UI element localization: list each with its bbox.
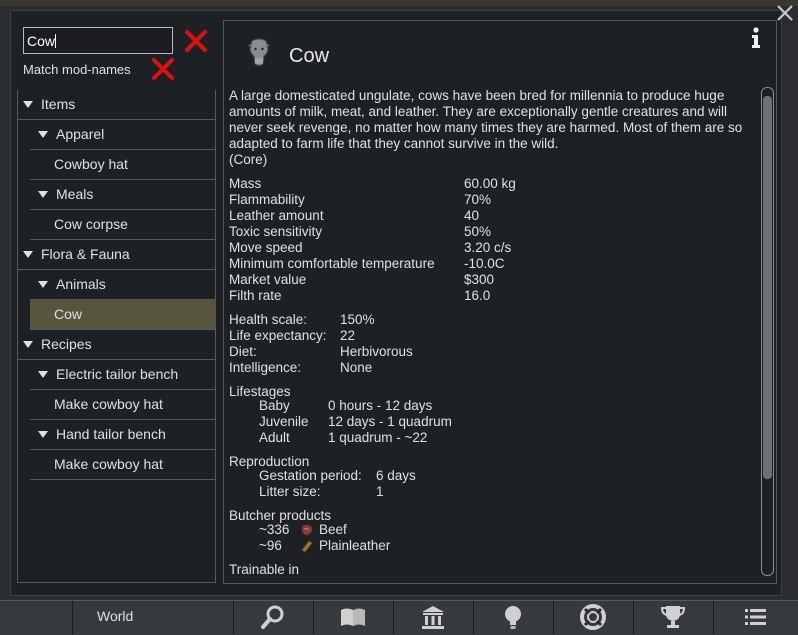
tree-item-cowboy-hat[interactable]: Cowboy hat <box>30 150 216 180</box>
expand-triangle-icon <box>23 251 33 258</box>
expand-triangle-icon <box>38 191 48 198</box>
tree-item-animals[interactable]: Animals <box>30 270 216 300</box>
lifestage-value: 1 quadrum - ~22 <box>328 430 428 445</box>
book-icon <box>341 608 365 626</box>
tree-item-label: Items <box>41 96 76 112</box>
stat-label: Move speed <box>229 240 303 255</box>
tree-item-make-cowboy-hat-hand[interactable]: Make cowboy hat <box>30 450 216 480</box>
race-label: Health scale: <box>229 312 308 327</box>
butcher-amount: ~96 <box>259 538 282 553</box>
tree-item-label: Electric tailor bench <box>56 366 179 382</box>
trainable-heading: Trainable in <box>229 562 300 577</box>
butcher-amount: ~336 <box>259 522 290 537</box>
expand-triangle-icon <box>38 431 48 438</box>
top-strip <box>0 0 798 6</box>
tree-item-label: Recipes <box>41 336 92 352</box>
text-caret <box>55 34 57 48</box>
tree-item-electric-tailor-bench[interactable]: Electric tailor bench <box>30 360 216 390</box>
stat-label: Leather amount <box>229 208 324 223</box>
stat-value: 16.0 <box>464 288 491 303</box>
reproduction-label: Gestation period: <box>259 468 362 483</box>
stat-value: -10.0C <box>464 256 505 271</box>
race-value: 22 <box>340 328 356 343</box>
close-icon[interactable] <box>774 2 796 24</box>
tree-item-label: Cow <box>54 306 83 322</box>
stat-label: Market value <box>229 272 307 287</box>
cow-icon <box>248 38 270 66</box>
stat-value: 70% <box>464 192 492 207</box>
lifestage-value: 0 hours - 12 days <box>328 398 433 413</box>
tree-item-label: Make cowboy hat <box>54 456 163 472</box>
source-label: (Core) <box>229 152 268 167</box>
lightbulb-icon <box>505 606 521 629</box>
butcher-name: Beef <box>319 522 347 537</box>
lifestage-label: Baby <box>259 398 290 413</box>
tree-item-label: Hand tailor bench <box>56 426 166 442</box>
stat-label: Mass <box>229 176 262 191</box>
clear-search-x-icon[interactable] <box>184 29 208 53</box>
reproduction-label: Litter size: <box>259 484 321 499</box>
tree-item-label: Meals <box>56 186 94 202</box>
reproduction-value: 6 days <box>376 468 416 483</box>
expand-triangle-icon <box>23 101 33 108</box>
lifestage-label: Adult <box>259 430 290 445</box>
tree-item-label: Animals <box>56 276 106 292</box>
tree-item-label: Cowboy hat <box>54 156 128 172</box>
expand-triangle-icon <box>23 341 33 348</box>
match-mod-names-x-icon[interactable] <box>151 57 175 81</box>
lifebuoy-icon <box>580 604 606 630</box>
tree-item-cow-selected[interactable]: Cow <box>30 300 216 330</box>
tree-item-meals[interactable]: Meals <box>30 180 216 210</box>
tree-item-label: Cow corpse <box>54 216 128 232</box>
stat-value: 50% <box>464 224 492 239</box>
building-icon <box>422 606 444 629</box>
search-input-value: Cow <box>27 33 56 49</box>
beef-icon <box>301 524 313 536</box>
stat-label: Filth rate <box>229 288 282 303</box>
stat-value: 60.00 kg <box>464 176 516 191</box>
description-text: A large domesticated ungulate, cows have… <box>229 88 743 151</box>
tree-item-flora-fauna[interactable]: Flora & Fauna <box>17 240 216 270</box>
butcher-name: Plainleather <box>319 538 391 553</box>
tree-item-label: Flora & Fauna <box>41 246 130 262</box>
trophy-icon <box>660 606 686 628</box>
stat-value: $300 <box>464 272 495 287</box>
info-icon[interactable] <box>749 27 763 49</box>
detail-title: Cow <box>289 45 330 67</box>
expand-triangle-icon <box>38 131 48 138</box>
match-mod-names-label: Match mod-names <box>23 62 131 77</box>
scrollbar-thumb[interactable] <box>763 96 772 479</box>
race-label: Intelligence: <box>229 360 302 375</box>
expand-triangle-icon <box>38 371 48 378</box>
stat-value: 40 <box>464 208 480 223</box>
world-label: World <box>97 608 134 624</box>
expand-triangle-icon <box>38 281 48 288</box>
tree-item-apparel[interactable]: Apparel <box>30 120 216 150</box>
race-label: Life expectancy: <box>229 328 327 343</box>
stat-value: 3.20 c/s <box>464 240 512 255</box>
tree-item-recipes[interactable]: Recipes <box>17 330 216 360</box>
tree-item-hand-tailor-bench[interactable]: Hand tailor bench <box>30 420 216 450</box>
stat-label: Flammability <box>229 192 305 207</box>
tree-item-cow-corpse[interactable]: Cow corpse <box>30 210 216 240</box>
race-value: None <box>340 360 373 375</box>
leather-icon <box>301 540 313 553</box>
race-label: Diet: <box>229 344 257 359</box>
lifestage-value: 12 days - 1 quadrum <box>328 414 452 429</box>
search-icon <box>261 605 284 629</box>
lifestage-label: Juvenile <box>259 414 309 429</box>
reproduction-value: 1 <box>376 484 384 499</box>
search-input[interactable]: Cow <box>23 27 173 54</box>
stat-label: Toxic sensitivity <box>229 224 323 239</box>
tree-item-label: Make cowboy hat <box>54 396 163 412</box>
tree-item-items[interactable]: Items <box>17 90 216 120</box>
list-menu-icon <box>745 609 766 625</box>
race-value: 150% <box>340 312 375 327</box>
tree-item-label: Apparel <box>56 126 105 142</box>
tree-item-make-cowboy-hat-electric[interactable]: Make cowboy hat <box>30 390 216 420</box>
stat-label: Minimum comfortable temperature <box>229 256 435 271</box>
race-value: Herbivorous <box>340 344 413 359</box>
